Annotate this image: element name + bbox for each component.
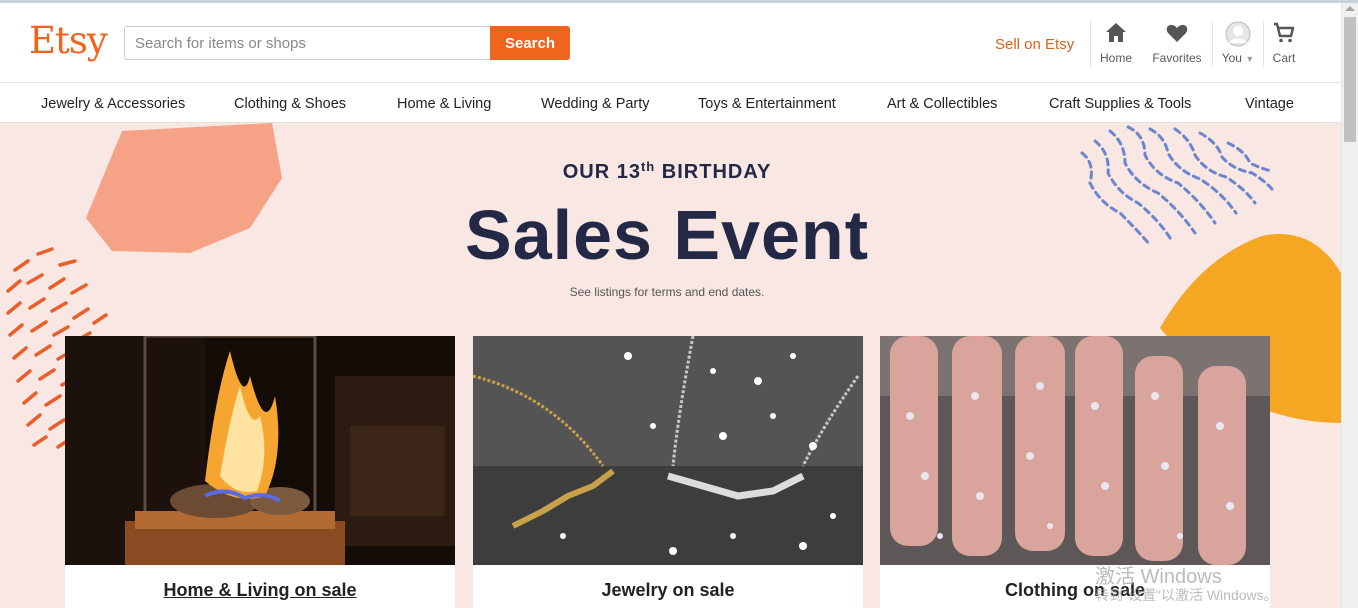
category-wedding-party[interactable]: Wedding & Party (541, 96, 650, 112)
category-art-collectibles[interactable]: Art & Collectibles (887, 96, 997, 112)
nav-favorites[interactable]: Favorites (1142, 21, 1212, 73)
heart-icon (1142, 21, 1212, 49)
search-button[interactable]: Search (490, 26, 570, 60)
card-image-socks[interactable] (880, 336, 1270, 565)
nav-home[interactable]: Home (1081, 21, 1151, 73)
nav-home-label: Home (1099, 51, 1132, 65)
cart-icon (1249, 21, 1319, 49)
category-vintage[interactable]: Vintage (1245, 96, 1294, 112)
card-jewelry[interactable]: Jewelry on sale (473, 336, 863, 608)
windows-activation-hint: 转到"设置"以激活 Windows。 (1095, 587, 1278, 603)
home-icon (1081, 21, 1151, 49)
category-toys-entertainment[interactable]: Toys & Entertainment (698, 96, 836, 112)
hero-subtitle-pre: OUR 13 (562, 161, 641, 183)
card-caption[interactable]: Home & Living on sale (65, 580, 455, 601)
hero-subtitle: OUR 13th BIRTHDAY (0, 159, 1334, 184)
card-home-living[interactable]: Home & Living on sale (65, 336, 455, 608)
search-bar: Search (124, 26, 570, 60)
nav-cart-label: Cart (1272, 51, 1296, 65)
sell-on-etsy-link[interactable]: Sell on Etsy (995, 36, 1074, 53)
vertical-scrollbar[interactable] (1341, 3, 1358, 608)
category-bar: Jewelry & Accessories Clothing & Shoes H… (0, 83, 1341, 123)
category-home-living[interactable]: Home & Living (397, 96, 491, 112)
nav-you-text: You (1221, 51, 1242, 65)
header: Etsy Search Sell on Etsy Home Favorites … (0, 3, 1341, 83)
category-clothing-shoes[interactable]: Clothing & Shoes (234, 96, 346, 112)
card-image-fireplace[interactable] (65, 336, 455, 565)
hero-title: Sales Event (465, 196, 869, 274)
hero-subtitle-post: BIRTHDAY (661, 161, 772, 183)
nav-favorites-label: Favorites (1152, 51, 1202, 65)
hero-note: See listings for terms and end dates. (569, 285, 765, 299)
scroll-thumb[interactable] (1344, 17, 1356, 142)
category-craft-supplies-tools[interactable]: Craft Supplies & Tools (1049, 96, 1191, 112)
card-image-necklace[interactable] (473, 336, 863, 565)
page: Etsy Search Sell on Etsy Home Favorites … (0, 3, 1341, 608)
search-input[interactable] (124, 26, 491, 60)
hero-subtitle-sup: th (640, 159, 656, 174)
sales-event-hero: OUR 13th BIRTHDAY Sales Event See listin… (0, 123, 1341, 608)
category-jewelry-accessories[interactable]: Jewelry & Accessories (41, 96, 185, 112)
etsy-logo[interactable]: Etsy (29, 19, 108, 62)
card-caption[interactable]: Jewelry on sale (473, 580, 863, 601)
nav-cart[interactable]: Cart (1249, 21, 1319, 73)
scroll-up-arrow[interactable] (1345, 6, 1355, 11)
